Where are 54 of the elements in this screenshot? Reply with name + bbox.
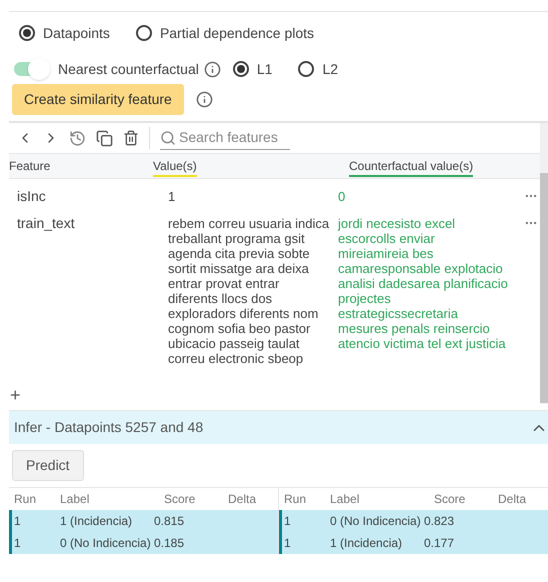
delete-icon[interactable] — [123, 130, 139, 146]
info-icon[interactable] — [204, 60, 221, 78]
radio-label: Datapoints — [43, 24, 110, 43]
value-cell-text: 1 — [167, 189, 176, 204]
radio-icon[interactable] — [232, 61, 249, 77]
predict-button[interactable]: Predict — [12, 450, 84, 481]
radio-icon[interactable] — [298, 61, 314, 77]
info-icon[interactable] — [196, 91, 213, 108]
radio-option[interactable]: L1 — [232, 58, 272, 80]
radio-option[interactable]: Datapoints — [19, 22, 110, 44]
table-cell-text: 0.185 — [154, 535, 186, 552]
column-header: Feature — [9, 159, 50, 175]
feature-name: isInc — [16, 189, 47, 204]
radio-icon[interactable] — [136, 25, 152, 41]
column-header: Run — [283, 491, 308, 508]
radio-label: L1 — [256, 60, 272, 78]
column-header: Label — [330, 491, 360, 508]
table-cell-text: 1 (Incidencia) — [60, 513, 134, 530]
radio-icon[interactable] — [19, 25, 35, 41]
column-header: Score — [434, 491, 466, 508]
add-button[interactable]: + — [9, 386, 21, 404]
table-cell-text: 1 — [13, 535, 22, 552]
table-cell-text: 1 — [283, 513, 292, 530]
search-icon — [160, 130, 176, 146]
feature-name: train_text — [16, 216, 76, 231]
create-similarity-button[interactable]: Create similarity feature — [12, 84, 184, 115]
table-cell-text: 1 — [13, 513, 22, 530]
table-cell-text: 1 — [283, 535, 292, 552]
radio-option[interactable]: Partial dependence plots — [136, 22, 314, 44]
table-cell-text: 0 (No Indicencia) — [330, 513, 422, 530]
column-header: Value(s) — [153, 159, 197, 177]
history-icon[interactable] — [69, 130, 86, 146]
table-cell-text: 0.823 — [424, 513, 456, 530]
column-header: Run — [13, 491, 38, 508]
counterfactual-cell-text: jordi necesisto excel escorcolls enviar mireiamireia bes camaresponsable explotacio analisi dadesarea planificacio projectes estrategicssecretaria mesures penals reinsercio atencio victima tel ext justicia — [336, 216, 508, 351]
radio-label: Partial dependence plots — [160, 24, 314, 43]
copy-icon[interactable] — [96, 130, 113, 146]
column-header: Counterfactual value(s) — [349, 159, 474, 177]
scrollbar[interactable] — [540, 123, 548, 404]
table-cell-text: 0.177 — [424, 535, 456, 552]
search-field[interactable]: Search features — [160, 126, 290, 150]
column-header: Label — [60, 491, 90, 508]
table-cell-text: 0 (No Indicencia) — [60, 535, 152, 552]
radio-option[interactable]: L2 — [298, 58, 338, 80]
toggle-label: Nearest counterfactual — [58, 60, 199, 78]
counterfactual-cell-text: 0 — [337, 189, 346, 204]
section-title: Infer - Datapoints 5257 and 48 — [14, 418, 204, 437]
column-header: Delta — [228, 491, 258, 508]
column-header: Score — [164, 491, 196, 508]
table-cell-text: 0.815 — [154, 513, 186, 530]
radio-label: L2 — [322, 60, 338, 78]
column-header: Delta — [498, 491, 528, 508]
value-cell-text: rebem correu usuaria indica treballant programa gsit agenda cita previa sobte sortit missatge ara deixa entrar provat entrar diferents llocs dos exploradors diferents nom cognom sofia beo pastor ubicacio passeig taulat correu electronic sbeop — [167, 216, 330, 366]
table-cell-text: 1 (Incidencia) — [330, 535, 404, 552]
